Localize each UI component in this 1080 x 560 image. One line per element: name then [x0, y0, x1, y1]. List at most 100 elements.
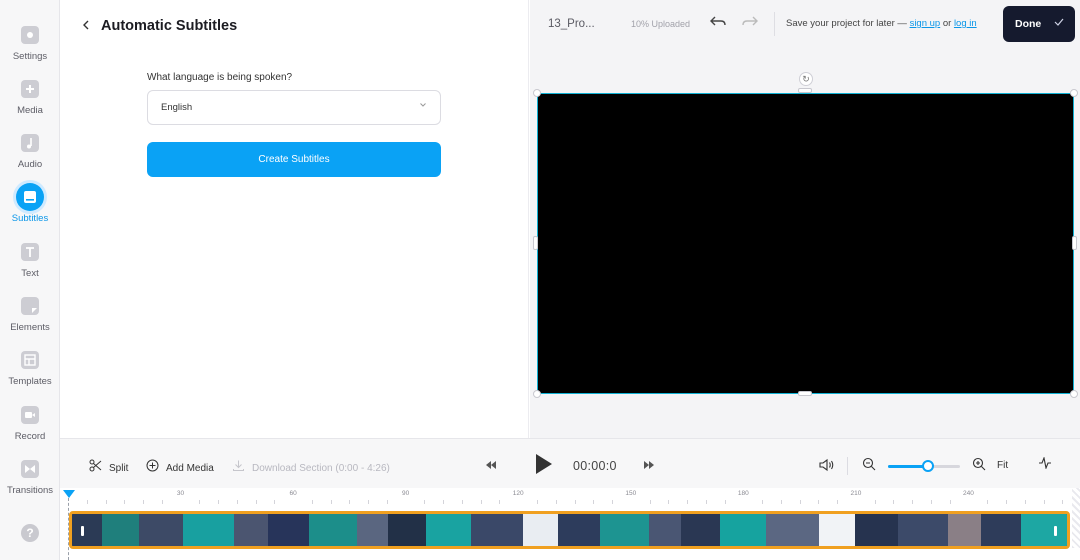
resize-handle-top-right[interactable]	[1070, 89, 1078, 97]
project-name[interactable]: 13_Pro...	[548, 18, 595, 30]
clip-thumbnail	[1068, 514, 1070, 546]
resize-handle-right[interactable]	[1072, 236, 1077, 250]
zoom-out-icon[interactable]	[862, 457, 876, 474]
split-button[interactable]: Split	[89, 459, 128, 475]
ruler-minor-tick	[649, 500, 651, 504]
video-clip-track[interactable]	[69, 511, 1070, 549]
sidebar-item-subtitles[interactable]: Subtitles	[0, 183, 60, 238]
sidebar-item-label: Subtitles	[11, 213, 49, 224]
track-end-hatch	[1072, 488, 1080, 548]
resize-handle-bottom[interactable]	[798, 391, 812, 396]
skip-forward-icon[interactable]	[643, 460, 655, 473]
chevron-down-icon	[418, 100, 428, 113]
ruler-minor-tick	[818, 500, 820, 504]
ruler-minor-tick	[499, 500, 501, 504]
sidebar-item-label: Transitions	[6, 485, 54, 496]
play-icon[interactable]	[536, 454, 552, 474]
upload-status: 10% Uploaded	[631, 19, 691, 29]
bowtie-icon	[21, 460, 39, 478]
subtitles-icon	[16, 183, 44, 211]
zoom-in-icon[interactable]	[972, 457, 986, 474]
video-canvas[interactable]	[537, 93, 1074, 394]
ruler-tick-label: 90	[402, 490, 410, 497]
sign-up-link[interactable]: sign up	[910, 18, 941, 29]
skip-back-icon[interactable]	[485, 460, 497, 473]
sidebar-item-label: Record	[14, 431, 46, 442]
clip-thumbnail	[720, 514, 766, 546]
timecode: 00:00:0	[573, 459, 617, 473]
log-in-link[interactable]: log in	[954, 18, 977, 29]
subtitles-panel: Automatic Subtitles What language is bei…	[60, 0, 529, 438]
timeline[interactable]: 30 60 90 120 150 180 210 240	[60, 488, 1080, 560]
done-button[interactable]: Done	[1003, 6, 1075, 42]
ruler-minor-tick	[143, 500, 145, 504]
ruler-tick-label: 240	[963, 490, 974, 497]
clip-thumbnail	[766, 514, 819, 546]
sidebar-item-transitions[interactable]: Transitions	[0, 460, 60, 510]
clip-trim-handle-left[interactable]	[81, 526, 84, 536]
playhead-icon[interactable]	[63, 490, 75, 498]
waveform-icon[interactable]	[1038, 456, 1052, 472]
ruler-minor-tick	[124, 500, 126, 504]
ruler-minor-tick	[349, 500, 351, 504]
ruler-minor-tick	[161, 500, 163, 504]
ruler-minor-tick	[443, 500, 445, 504]
time-ruler[interactable]: 30 60 90 120 150 180 210 240	[60, 488, 1080, 510]
clip-thumbnail	[819, 514, 855, 546]
ruler-minor-tick	[574, 500, 576, 504]
ruler-minor-tick	[893, 500, 895, 504]
undo-icon[interactable]	[708, 13, 732, 35]
language-select-value: English	[161, 102, 193, 113]
ruler-tick-label: 120	[512, 490, 524, 497]
fit-button[interactable]: Fit	[997, 460, 1008, 471]
sidebar-item-label: Templates	[8, 376, 52, 387]
ruler-minor-tick	[386, 500, 388, 504]
rotate-handle-icon[interactable]: ↻	[799, 72, 813, 86]
clip-thumbnail	[649, 514, 681, 546]
sidebar-item-elements[interactable]: Elements	[0, 297, 60, 347]
clip-thumbnail	[523, 514, 558, 546]
language-select[interactable]: English	[147, 90, 441, 125]
sidebar-item-media[interactable]: Media	[0, 80, 60, 130]
ruler-minor-tick	[537, 500, 538, 504]
resize-handle-bottom-right[interactable]	[1070, 390, 1078, 398]
resize-handle-left[interactable]	[533, 236, 538, 250]
divider	[774, 12, 775, 36]
zoom-slider-thumb[interactable]	[921, 460, 934, 472]
top-bar: 13_Pro... 10% Uploaded Save your project…	[530, 0, 1080, 48]
clip-thumbnail	[426, 514, 471, 546]
sidebar-item-templates[interactable]: Templates	[0, 351, 60, 401]
add-media-button[interactable]: Add Media	[146, 459, 214, 475]
ruler-minor-tick	[555, 500, 557, 504]
back-arrow-icon[interactable]	[80, 17, 96, 37]
resize-handle-top-left[interactable]	[533, 89, 541, 97]
volume-icon[interactable]	[818, 458, 836, 475]
clip-trim-handle-right[interactable]	[1054, 526, 1057, 536]
create-subtitles-button[interactable]: Create Subtitles	[147, 142, 441, 177]
download-section-button[interactable]: Download Section (0:00 - 4:26)	[232, 459, 390, 475]
clip-thumbnail	[948, 514, 981, 546]
resize-handle-bottom-left[interactable]	[533, 390, 541, 398]
ruler-minor-tick	[762, 500, 764, 504]
sidebar-item-record[interactable]: Record	[0, 406, 60, 456]
ruler-minor-tick	[480, 500, 482, 504]
add-media-label: Add Media	[166, 463, 214, 474]
resize-handle-top[interactable]	[798, 88, 812, 93]
scissors-icon	[89, 459, 103, 475]
sticker-icon	[21, 297, 39, 315]
sidebar-item-label: Elements	[10, 322, 50, 333]
ruler-minor-tick	[987, 500, 989, 504]
sidebar-item-label: Settings	[12, 51, 48, 62]
panel-title: Automatic Subtitles	[101, 18, 238, 34]
zoom-slider[interactable]	[888, 460, 960, 472]
sidebar-item-text[interactable]: Text	[0, 243, 60, 293]
sidebar-item-audio[interactable]: Audio	[0, 134, 60, 184]
ruler-minor-tick	[105, 500, 107, 504]
ruler-minor-tick	[912, 500, 914, 504]
sidebar-item-settings[interactable]: Settings	[0, 26, 60, 76]
divider	[847, 457, 848, 475]
help-icon[interactable]: ?	[21, 524, 39, 542]
clip-thumbnail	[471, 514, 523, 546]
redo-icon[interactable]	[740, 13, 764, 35]
ruler-minor-tick	[424, 500, 426, 504]
